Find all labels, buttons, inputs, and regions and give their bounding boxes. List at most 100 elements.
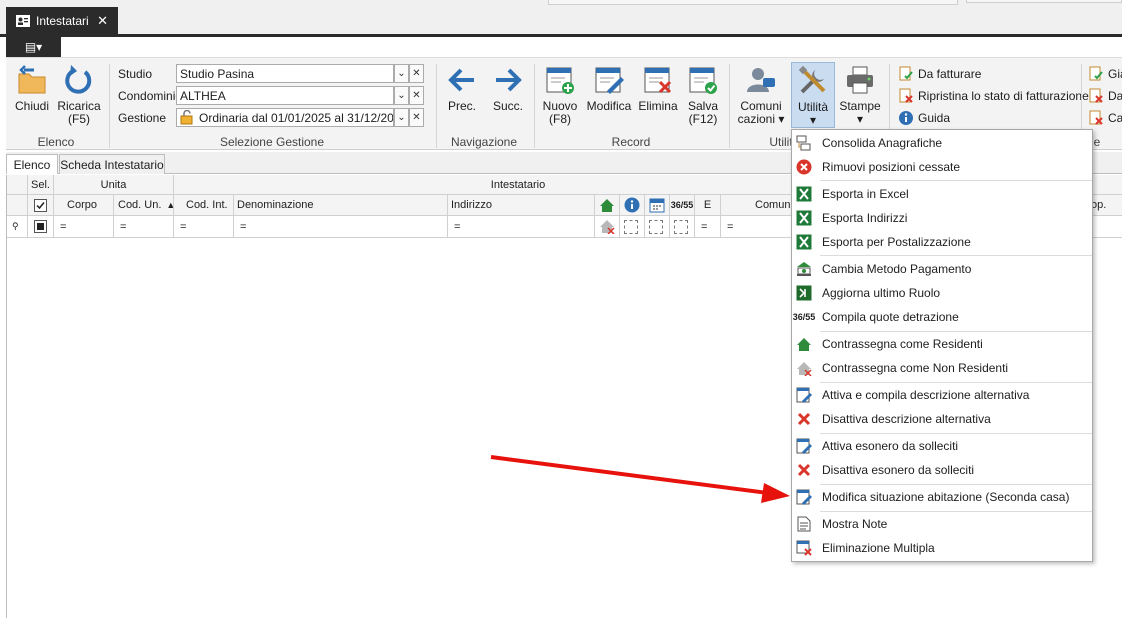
- menu-item-label: Aggiorna ultimo Ruolo: [822, 286, 941, 300]
- condominio-combo[interactable]: ALTHEA: [176, 86, 394, 105]
- col-cod-un-label: Cod. Un.: [118, 199, 162, 211]
- application-menu-button[interactable]: ▤▾: [6, 37, 61, 57]
- filter-corpo[interactable]: =: [54, 216, 114, 238]
- filter-row-icon: ⚲: [7, 216, 28, 238]
- tools-icon: [798, 65, 826, 94]
- checkbox-checked-icon: [34, 198, 47, 212]
- ricarica-button[interactable]: Ricarica (F5): [56, 64, 102, 126]
- menu-item-label: Disattiva descrizione alternativa: [822, 412, 991, 426]
- empty-checkbox-icon: [624, 219, 638, 234]
- filter-indirizzo[interactable]: =: [448, 216, 595, 238]
- menu-separator: [820, 255, 1092, 256]
- menu-item-contrassegna-non-residenti[interactable]: Contrassegna come Non Residenti: [792, 356, 1092, 380]
- clear-icon[interactable]: ✕: [409, 108, 424, 127]
- filter-denominazione[interactable]: =: [234, 216, 448, 238]
- menu-item-eliminazione-multipla[interactable]: Eliminazione Multipla: [792, 536, 1092, 560]
- prec-button[interactable]: Prec.: [442, 64, 482, 113]
- col-e[interactable]: E: [695, 195, 721, 216]
- filter-sel[interactable]: [28, 216, 54, 238]
- modifica-button[interactable]: Modifica: [586, 64, 632, 113]
- menu-item-attiva-descrizione-alternativa[interactable]: Attiva e compila descrizione alternativa: [792, 383, 1092, 407]
- col-detrazione[interactable]: 36/55: [670, 195, 695, 216]
- menu-item-cambia-metodo-pagamento[interactable]: Cambia Metodo Pagamento: [792, 257, 1092, 281]
- col-cod-un[interactable]: Cod. Un. ▲: [114, 195, 174, 216]
- chevron-down-icon: ▾: [809, 113, 817, 127]
- filter-e[interactable]: =: [695, 216, 721, 238]
- chevron-down-icon[interactable]: ⌄: [394, 64, 409, 83]
- col-denominazione[interactable]: Denominazione: [234, 195, 448, 216]
- succ-label: Succ.: [492, 99, 523, 113]
- band-sel: Sel.: [28, 175, 54, 195]
- contact-card-icon: [16, 14, 30, 27]
- menu-item-label: Contrassegna come Residenti: [822, 337, 983, 351]
- save-record-icon: [689, 67, 717, 94]
- col-calendar[interactable]: [645, 195, 670, 216]
- menu-item-disattiva-esonero-solleciti[interactable]: Disattiva esonero da solleciti: [792, 458, 1092, 482]
- invoice-check-icon: [1089, 66, 1103, 81]
- filter-residente[interactable]: [595, 216, 620, 238]
- tab-elenco[interactable]: Elenco: [6, 154, 58, 174]
- clear-icon[interactable]: ✕: [409, 64, 424, 83]
- gia-button[interactable]: Già: [1088, 66, 1122, 82]
- comunicazioni-label-2: cazioni ▾: [737, 112, 785, 126]
- filter-info[interactable]: [620, 216, 645, 238]
- document-tab-intestatari[interactable]: Intestatari ✕: [6, 7, 118, 34]
- chevron-down-icon[interactable]: ⌄: [394, 86, 409, 105]
- menu-item-esporta-excel[interactable]: Esporta in Excel: [792, 182, 1092, 206]
- filter-cod-un[interactable]: =: [114, 216, 174, 238]
- menu-item-disattiva-descrizione-alternativa[interactable]: Disattiva descrizione alternativa: [792, 407, 1092, 431]
- elimina-button[interactable]: Elimina: [637, 64, 679, 113]
- arrow-right-icon: [496, 68, 522, 92]
- da-button[interactable]: Da: [1088, 88, 1122, 104]
- tab-scheda-intestatario[interactable]: Scheda Intestatario: [59, 154, 165, 174]
- edit-doc-icon: [795, 437, 813, 455]
- utilita-button[interactable]: Utilità ▾: [791, 62, 835, 128]
- stampe-button[interactable]: Stampe ▾: [839, 64, 881, 126]
- menu-item-label: Attiva e compila descrizione alternativa: [822, 388, 1030, 402]
- gestione-value: Ordinaria dal 01/01/2025 al 31/12/20...: [199, 111, 394, 125]
- guida-button[interactable]: Guida: [898, 110, 950, 126]
- filter-calendar[interactable]: [645, 216, 670, 238]
- invoice-reset-icon: [1089, 88, 1103, 103]
- col-info[interactable]: [620, 195, 645, 216]
- menu-item-modifica-situazione-abitazione[interactable]: Modifica situazione abitazione (Seconda …: [792, 485, 1092, 509]
- menu-item-attiva-esonero-solleciti[interactable]: Attiva esonero da solleciti: [792, 434, 1092, 458]
- menu-item-consolida-anagrafiche[interactable]: Consolida Anagrafiche: [792, 131, 1092, 155]
- ca-button[interactable]: Ca: [1088, 110, 1122, 126]
- chevron-down-icon[interactable]: ⌄: [394, 108, 409, 127]
- title-strip: Intestatari ✕: [0, 0, 1122, 35]
- menu-item-esporta-postalizzazione[interactable]: Esporta per Postalizzazione: [792, 230, 1092, 254]
- menu-separator: [820, 180, 1092, 181]
- da-fatturare-button[interactable]: Da fatturare: [898, 66, 981, 82]
- col-corpo[interactable]: Corpo: [54, 195, 114, 216]
- studio-combo[interactable]: Studio Pasina: [176, 64, 394, 83]
- menu-item-compila-quote-detrazione[interactable]: 36/55 Compila quote detrazione: [792, 305, 1092, 329]
- col-residente[interactable]: [595, 195, 620, 216]
- info-icon: [899, 111, 913, 125]
- menu-item-mostra-note[interactable]: Mostra Note: [792, 512, 1092, 536]
- ripristina-fatturazione-button[interactable]: Ripristina lo stato di fatturazione: [898, 88, 1089, 104]
- edit-record-icon: [595, 67, 624, 94]
- filter-cod-int[interactable]: =: [174, 216, 234, 238]
- comunicazioni-button[interactable]: Comuni cazioni ▾: [736, 64, 786, 126]
- nuovo-button[interactable]: Nuovo (F8): [539, 64, 581, 126]
- close-tab-icon[interactable]: ✕: [97, 13, 108, 29]
- new-record-icon: [546, 67, 574, 94]
- menu-item-rimuovi-posizioni-cessate[interactable]: Rimuovi posizioni cessate: [792, 155, 1092, 179]
- filter-detrazione[interactable]: [670, 216, 695, 238]
- select-all-checkbox[interactable]: [28, 195, 54, 216]
- clear-icon[interactable]: ✕: [409, 86, 424, 105]
- succ-button[interactable]: Succ.: [488, 64, 528, 113]
- menu-item-contrassegna-residenti[interactable]: Contrassegna come Residenti: [792, 332, 1092, 356]
- menu-item-aggiorna-ultimo-ruolo[interactable]: Aggiorna ultimo Ruolo: [792, 281, 1092, 305]
- col-cod-int[interactable]: Cod. Int.: [174, 195, 234, 216]
- menu-item-esporta-indirizzi[interactable]: Esporta Indirizzi: [792, 206, 1092, 230]
- menu-item-label: Esporta per Postalizzazione: [822, 235, 971, 249]
- salva-button[interactable]: Salva (F12): [682, 64, 724, 126]
- col-indirizzo[interactable]: Indirizzo: [448, 195, 595, 216]
- chiudi-button[interactable]: Chiudi: [11, 64, 53, 113]
- detrazione-icon: 36/55: [792, 312, 816, 322]
- gestione-combo[interactable]: Ordinaria dal 01/01/2025 al 31/12/20...: [176, 108, 394, 127]
- bank-icon: [795, 260, 813, 278]
- lock-open-icon: [180, 110, 193, 125]
